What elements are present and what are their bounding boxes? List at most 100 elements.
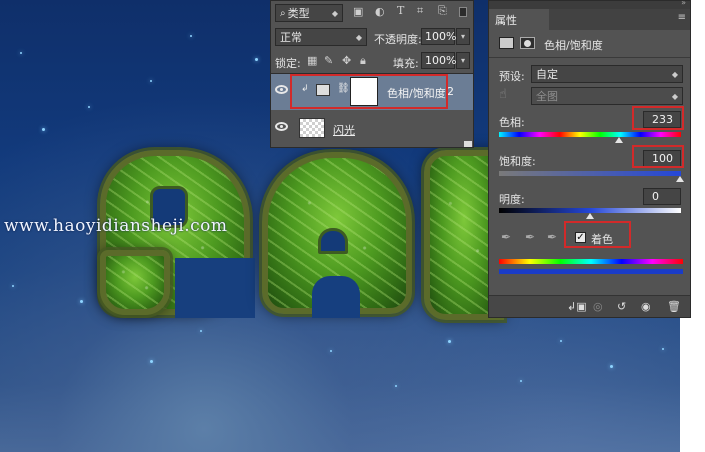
sparkle-star (80, 300, 83, 303)
image-icon[interactable]: ▣ (353, 5, 363, 18)
sparkle-star (20, 52, 22, 54)
search-icon: ⌕ (280, 7, 286, 19)
lock-position-icon[interactable]: ✥ (342, 54, 351, 67)
adjustment-icon (499, 37, 514, 49)
lightness-field[interactable]: 0 (643, 188, 681, 205)
tab-properties[interactable]: 属性 (489, 9, 549, 30)
eyedropper-add-icon[interactable]: ✒︎ (525, 230, 535, 244)
hand-target-icon[interactable]: ☝ (499, 87, 507, 102)
layer-name: 闪光 (333, 124, 355, 137)
layer-mask-thumbnail[interactable] (350, 77, 378, 106)
opacity-dropdown-button[interactable]: ▾ (456, 28, 470, 45)
sparkle-star (610, 365, 613, 368)
output-color-bar (499, 269, 683, 274)
visibility-eye-icon[interactable] (275, 85, 288, 94)
preset-label: 预设: (499, 70, 525, 83)
sparkle-star (150, 360, 153, 363)
circle-icon[interactable]: ◐ (375, 5, 385, 18)
hue-slider-track[interactable] (499, 132, 681, 137)
fill-field[interactable]: 100% (421, 52, 456, 69)
lightness-label: 明度: (499, 193, 525, 206)
sparkle-star (448, 340, 451, 343)
properties-panel: » 属性 ≡ 色相/饱和度 预设: 自定 ◆ ☝ 全图 ◆ 色相: 233 饱和… (488, 0, 691, 318)
layer-name: 色相/饱和度 (387, 87, 446, 100)
text-icon[interactable]: T (397, 4, 404, 17)
filter-toggle[interactable] (459, 7, 467, 17)
hue-label: 色相: (499, 116, 525, 129)
adjustment-layer-icon (316, 84, 330, 96)
sparkle-star (200, 330, 202, 332)
sparkle-star (150, 80, 152, 82)
sparkle-star (42, 128, 45, 131)
preset-select[interactable]: 自定 ◆ (531, 65, 683, 83)
lightness-slider-thumb[interactable] (586, 213, 594, 219)
layer-row-hue-saturation[interactable]: ↲ ⛓︎ 色相/饱和度 2 (271, 74, 473, 110)
channel-value: 全图 (536, 90, 558, 103)
chevron-down-icon: ◆ (355, 32, 362, 42)
reset-icon[interactable]: ↺ (617, 300, 626, 313)
colorize-label: 着色 (591, 233, 613, 246)
sparkle-star (560, 340, 562, 342)
chevron-down-icon: ◆ (671, 91, 678, 101)
blend-mode-select[interactable]: 正常 ◆ (275, 28, 367, 46)
adjustment-title: 色相/饱和度 (544, 39, 603, 52)
fill-label: 填充: (393, 57, 419, 70)
layers-scrollbar[interactable] (464, 141, 472, 147)
delete-icon[interactable]: 🗑︎ (667, 300, 681, 313)
layer-name-suffix: 2 (447, 85, 454, 98)
sparkle-star (520, 380, 522, 382)
letter-p-notch (175, 258, 255, 318)
layers-panel: ⌕ 类型 ◆ ▣ ◐ T ⌗ ⎘ 正常 ◆ 不透明度: 100% ▾ 锁定: ▦… (270, 0, 474, 148)
filter-kind-label: 类型 (287, 7, 310, 20)
layer-filter-select[interactable]: ⌕ 类型 ◆ (275, 4, 343, 22)
sparkle-star (88, 106, 90, 108)
panel-menu-icon[interactable]: ≡ (678, 12, 686, 23)
letter-a-gap (312, 276, 360, 318)
sparkle-star (395, 385, 397, 387)
chevron-down-icon: ◆ (331, 8, 338, 18)
eyedropper-icon[interactable]: ✒︎ (501, 230, 511, 244)
layer-row-sparkle[interactable]: 闪光 (271, 110, 473, 146)
leafy-letter-p-stem (100, 250, 170, 315)
opacity-label: 不透明度: (374, 33, 422, 46)
panel-divider (489, 57, 690, 58)
hue-field[interactable]: 233 (643, 111, 681, 128)
clip-to-layer-icon[interactable]: ↲▣ (567, 300, 587, 313)
visibility-icon[interactable]: ◉ (641, 300, 651, 313)
saturation-label: 饱和度: (499, 155, 536, 168)
lock-label: 锁定: (275, 57, 301, 70)
blend-mode-label: 正常 (280, 31, 302, 44)
view-previous-icon[interactable]: ◎ (593, 300, 603, 313)
sparkle-star (190, 35, 192, 37)
sparkle-star (662, 348, 664, 350)
visibility-eye-icon[interactable] (275, 122, 288, 131)
saturation-slider-track[interactable] (499, 171, 681, 176)
sparkle-star (330, 350, 332, 352)
properties-bottom-bar: ↲▣ ◎ ↺ ◉ 🗑︎ (489, 295, 690, 317)
saturation-field[interactable]: 100 (643, 150, 681, 167)
saturation-slider-thumb[interactable] (676, 176, 684, 182)
transform-icon[interactable]: ⌗ (417, 4, 423, 18)
fill-dropdown-button[interactable]: ▾ (456, 52, 470, 69)
channel-select[interactable]: 全图 ◆ (531, 87, 683, 105)
lock-transparency-icon[interactable]: ▦ (307, 54, 317, 67)
layer-thumbnail (299, 118, 325, 138)
opacity-field[interactable]: 100% (421, 28, 456, 45)
chevron-down-icon: ◆ (671, 69, 678, 79)
sparkle-star (12, 285, 14, 287)
sparkle-star (255, 58, 258, 61)
mask-icon-dot (524, 40, 531, 47)
colorize-checkbox[interactable]: ✓ (575, 232, 586, 243)
lock-pixels-icon[interactable]: ✎ (324, 54, 333, 67)
panel-header-strip: » (489, 0, 690, 9)
smart-object-icon[interactable]: ⎘ (438, 4, 447, 18)
preset-value: 自定 (536, 68, 558, 81)
hue-slider-thumb[interactable] (615, 137, 623, 143)
letter-a-counter (318, 228, 348, 254)
collapse-icon[interactable]: » (681, 0, 686, 7)
clip-arrow-icon: ↲ (301, 84, 309, 94)
chain-link-icon: ⛓︎ (337, 83, 350, 94)
lock-all-icon[interactable]: 🔒︎ (360, 54, 366, 68)
eyedropper-subtract-icon[interactable]: ✒︎ (547, 230, 557, 244)
input-color-bar (499, 259, 683, 264)
